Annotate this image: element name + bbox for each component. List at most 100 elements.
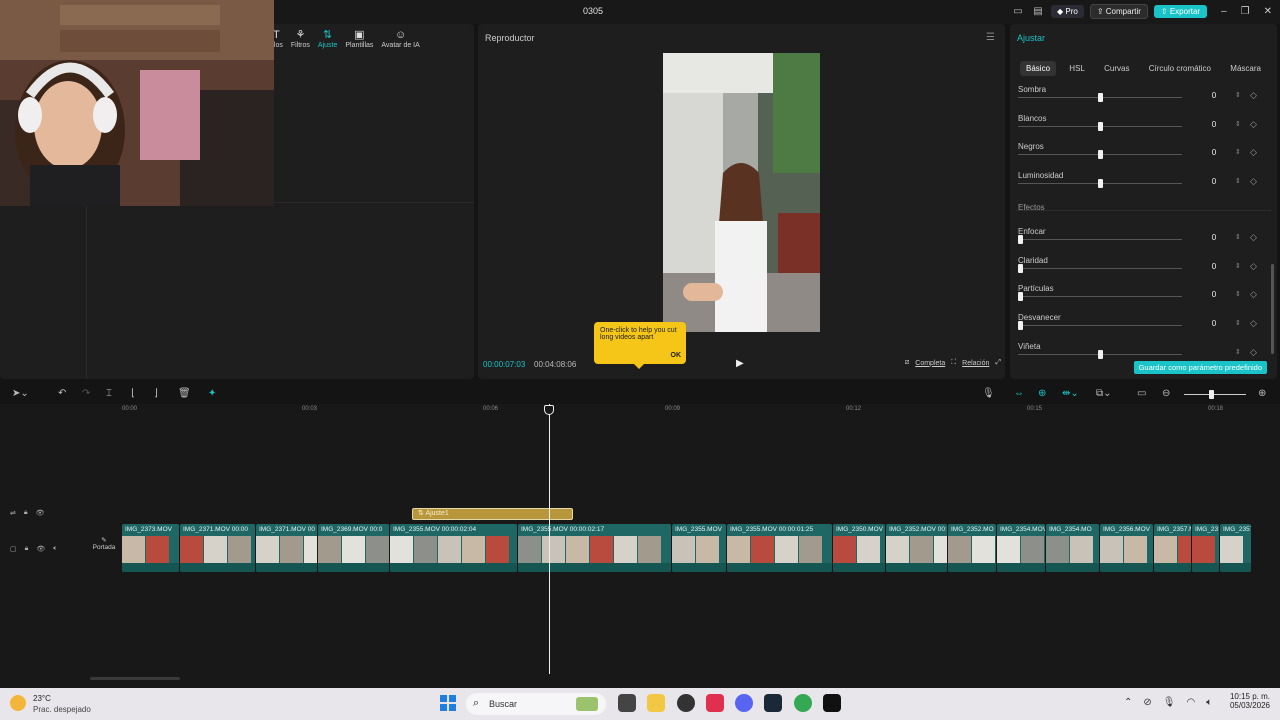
stepper-icon[interactable]: ⇕: [1235, 233, 1241, 241]
stepper-icon[interactable]: ⇕: [1235, 177, 1241, 185]
keyframe-icon[interactable]: ◇: [1250, 347, 1257, 358]
wifi-icon[interactable]: ◠: [1186, 697, 1195, 708]
zoom-slider-knob[interactable]: [1209, 390, 1214, 399]
slider-track[interactable]: [1018, 296, 1182, 298]
lock-icon[interactable]: 🔒︎: [24, 509, 28, 517]
stepper-icon[interactable]: ⇕: [1235, 148, 1241, 156]
layout-icon[interactable]: ▭: [1011, 5, 1025, 19]
slider-value-input[interactable]: 0: [1194, 233, 1234, 242]
slider-track[interactable]: [1018, 239, 1182, 240]
stepper-icon[interactable]: ⇕: [1235, 91, 1241, 99]
video-clip[interactable]: IMG_2354.MOV: [997, 524, 1045, 572]
slider-value-input[interactable]: 0: [1194, 177, 1234, 186]
clock[interactable]: 10:15 p. m. 05/03/2026: [1230, 692, 1270, 710]
tab-basic[interactable]: Básico: [1020, 60, 1057, 76]
redo-icon[interactable]: ↷: [82, 388, 90, 399]
slider-knob[interactable]: [1018, 235, 1023, 244]
windows-start-icon[interactable]: [440, 695, 456, 711]
video-clip[interactable]: IMG_2371.MOV 00:00: [180, 524, 255, 572]
chrome-icon[interactable]: [794, 694, 812, 712]
discord-icon[interactable]: [735, 694, 753, 712]
stepper-icon[interactable]: ⇕: [1235, 348, 1241, 356]
keyframe-icon[interactable]: ◇: [1250, 318, 1257, 329]
file-explorer-icon[interactable]: [647, 694, 665, 712]
playhead[interactable]: [549, 404, 550, 674]
keyframe-icon[interactable]: ◇: [1250, 232, 1257, 243]
stepper-icon[interactable]: ⇕: [1235, 290, 1241, 298]
scrollbar[interactable]: [1271, 264, 1274, 354]
slider-track[interactable]: [1018, 267, 1182, 269]
fullscreen-icon[interactable]: ⤢: [995, 359, 1001, 367]
video-clip[interactable]: IMG_2352.MO: [948, 524, 996, 572]
save-preset-button[interactable]: Guardar como parámetro predefinido: [1133, 361, 1267, 374]
magnet-icon[interactable]: ⊕: [1038, 388, 1046, 399]
stepper-icon[interactable]: ⇕: [1235, 120, 1241, 128]
trim-left-icon[interactable]: ⌊: [131, 388, 135, 399]
video-clip[interactable]: IMG_2369.MOV 00:0: [318, 524, 389, 572]
video-preview[interactable]: [663, 53, 820, 332]
video-clip[interactable]: IMG_2373.MOV: [122, 524, 179, 572]
keyframe-icon[interactable]: ◇: [1250, 289, 1257, 300]
video-clip[interactable]: IMG_23: [1192, 524, 1219, 572]
tab-curves[interactable]: Curvas: [1098, 61, 1135, 76]
video-clip[interactable]: IMG_2350.MOV: [833, 524, 885, 572]
zoom-slider[interactable]: [1184, 394, 1246, 395]
select-tool-icon[interactable]: ➤⌄: [12, 388, 29, 399]
shortcuts-icon[interactable]: ▤: [1031, 5, 1045, 19]
snapshot-icon[interactable]: ⛶: [951, 359, 956, 367]
preview-axis-icon[interactable]: ⧉⌄: [1096, 388, 1112, 399]
snap-icon[interactable]: ⇹⌄: [1062, 388, 1079, 399]
tab-mask[interactable]: Máscara: [1224, 61, 1267, 76]
time-ruler[interactable]: 00:00 00:03 00:06 00:09 00:12 00:15 00:1…: [120, 406, 1270, 418]
share-button[interactable]: ⇪ Compartir: [1089, 4, 1148, 19]
export-button[interactable]: ⇧ Exportar: [1153, 5, 1208, 18]
slider-value-input[interactable]: 0: [1194, 91, 1234, 100]
taskbar-search[interactable]: ⌕ Buscar: [466, 693, 606, 715]
trim-right-icon[interactable]: ⌋: [154, 388, 158, 399]
ai-cut-icon[interactable]: ✦: [208, 388, 216, 399]
play-icon[interactable]: ▶: [736, 358, 744, 369]
tab-color-wheel[interactable]: Círculo cromático: [1143, 61, 1217, 76]
caption-icon[interactable]: ▭: [1137, 388, 1146, 399]
minimize-icon[interactable]: –: [1221, 6, 1227, 17]
aspect-ratio-button[interactable]: Relación: [962, 360, 989, 367]
video-clip[interactable]: IMG_2357: [1220, 524, 1251, 572]
undo-icon[interactable]: ↶: [58, 388, 66, 399]
slider-value-input[interactable]: 0: [1194, 290, 1234, 299]
tiktok-icon[interactable]: [706, 694, 724, 712]
video-clip[interactable]: IMG_2355.MOV: [672, 524, 726, 572]
tab-adjust[interactable]: ⇅ Ajuste: [318, 28, 337, 49]
slider-value-input[interactable]: 0: [1194, 319, 1234, 328]
tab-ai-avatar[interactable]: ☺ Avatar de IA: [381, 28, 419, 49]
crop-icon[interactable]: ⧄: [905, 359, 909, 367]
delete-icon[interactable]: 🗑: [178, 388, 191, 399]
playhead-handle[interactable]: [544, 405, 554, 415]
keyframe-icon[interactable]: ◇: [1250, 261, 1257, 272]
audio-icon[interactable]: 🔈︎: [53, 545, 57, 553]
slider-knob[interactable]: [1098, 93, 1103, 102]
tab-templates[interactable]: ▣ Plantillas: [345, 28, 373, 49]
task-view-icon[interactable]: [618, 694, 636, 712]
keyframe-icon[interactable]: ◇: [1250, 176, 1257, 187]
chevron-up-icon[interactable]: ⌃: [1124, 697, 1132, 708]
video-clip[interactable]: IMG_2352.MOV 00:: [886, 524, 947, 572]
slider-value-input[interactable]: 0: [1194, 120, 1234, 129]
video-clip[interactable]: IMG_2355.MOV 00:00:02:17: [518, 524, 671, 572]
slider-knob[interactable]: [1098, 121, 1103, 131]
cover-button[interactable]: ✎ Portada: [90, 536, 118, 562]
stepper-icon[interactable]: ⇕: [1235, 262, 1241, 270]
keyframe-icon[interactable]: ◇: [1250, 147, 1257, 158]
steam-icon[interactable]: [764, 694, 782, 712]
keyframe-icon[interactable]: ◇: [1250, 119, 1257, 130]
keyframe-icon[interactable]: ◇: [1250, 90, 1257, 101]
horizontal-scrollbar[interactable]: [90, 677, 180, 680]
zoom-out-icon[interactable]: ⊖: [1162, 388, 1170, 399]
slider-value-input[interactable]: 0: [1194, 148, 1234, 157]
capcut-icon[interactable]: [823, 694, 841, 712]
github-icon[interactable]: [677, 694, 695, 712]
video-clip[interactable]: IMG_2356.MOV: [1100, 524, 1153, 572]
mic-icon[interactable]: 🎙: [1163, 697, 1176, 708]
close-icon[interactable]: ✕: [1264, 6, 1272, 17]
pro-button[interactable]: ◆ Pro: [1051, 5, 1084, 18]
video-clip[interactable]: IMG_2371.MOV 00: [256, 524, 317, 572]
